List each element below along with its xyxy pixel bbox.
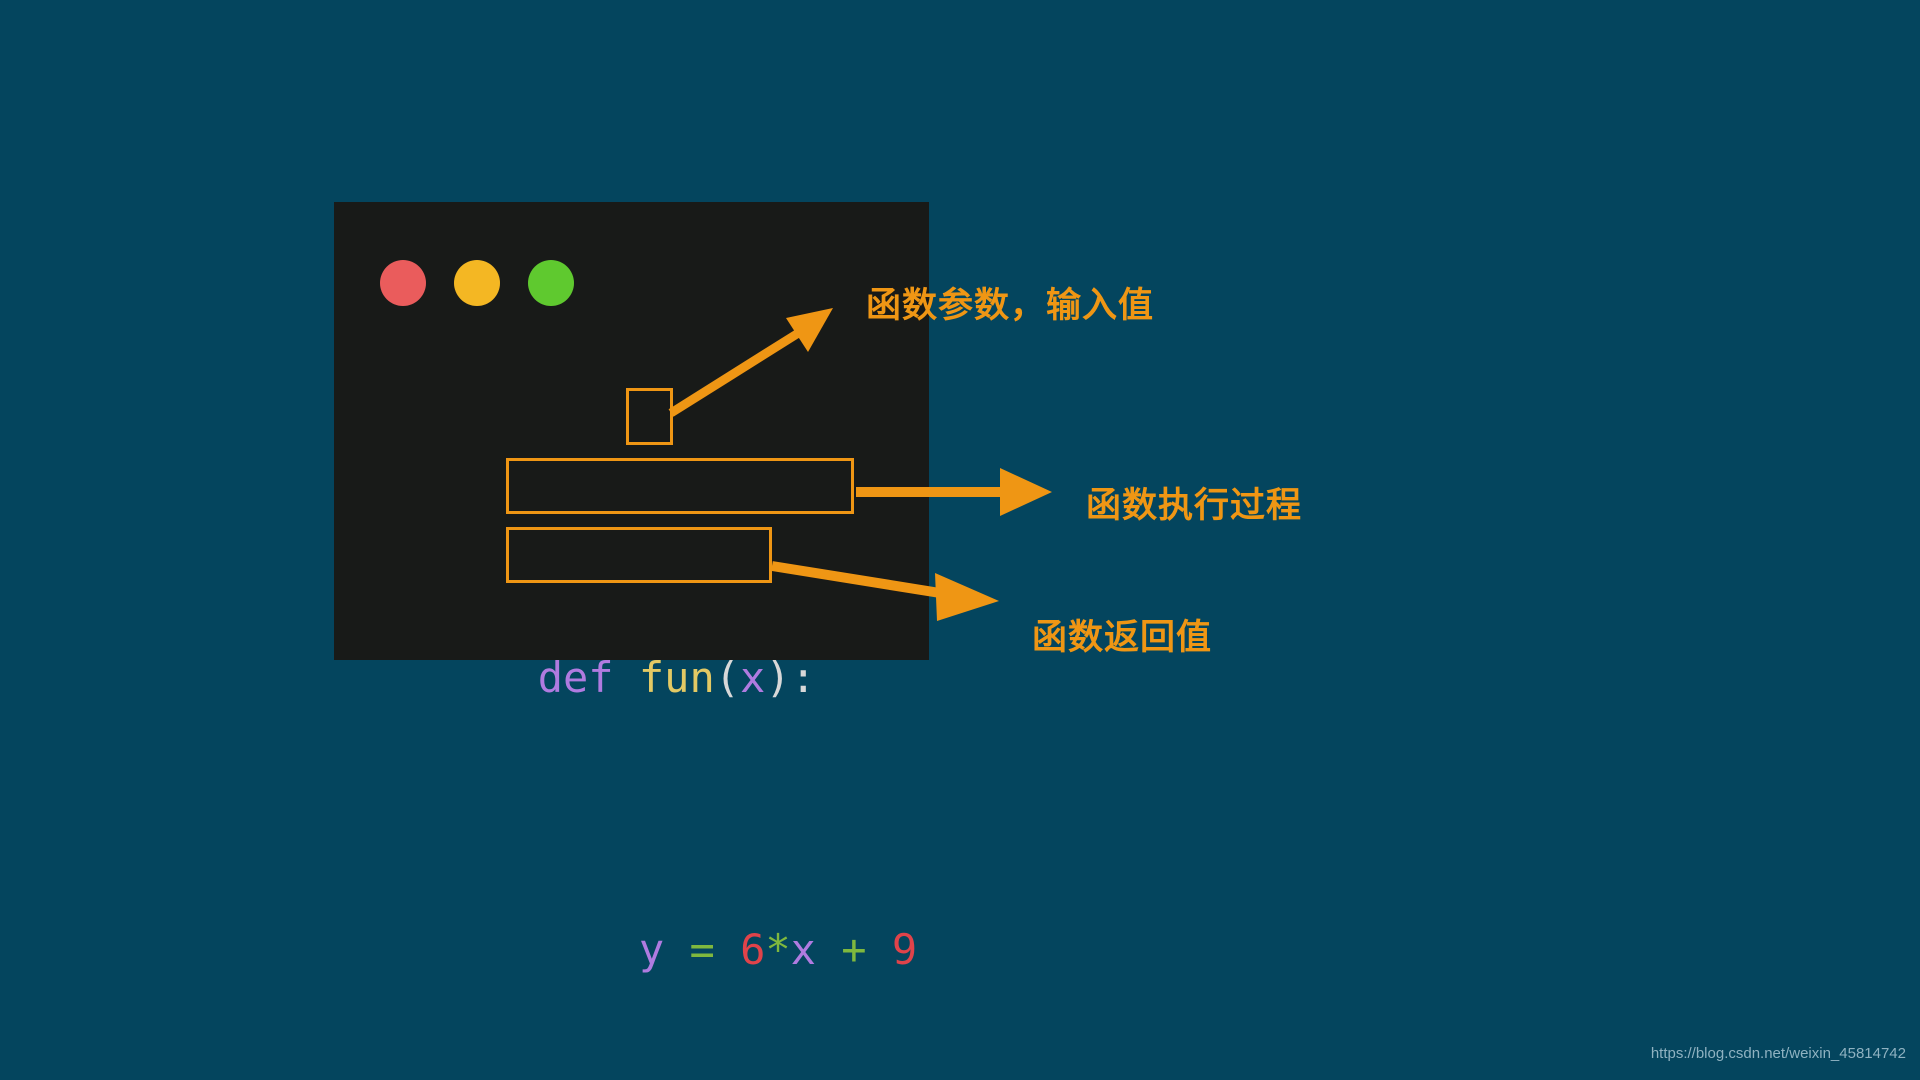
annotation-arrow-layer bbox=[668, 308, 1052, 621]
token-keyword-def: def bbox=[537, 653, 614, 702]
token-function-name: fun bbox=[638, 653, 715, 702]
watermark: https://blog.csdn.net/weixin_45814742 bbox=[1650, 1045, 1906, 1062]
code-line-def: def fun(x): bbox=[334, 576, 929, 702]
code-editor[interactable]: def fun(x): y = 6*x + 9 return y bbox=[334, 372, 929, 1080]
annotation-label-body: 函数执行过程 bbox=[1086, 486, 1303, 526]
terminal-window: def fun(x): y = 6*x + 9 return y bbox=[334, 202, 929, 974]
token-space-2b bbox=[715, 925, 740, 974]
token-paren-close: ) bbox=[765, 653, 791, 702]
token-space-2d bbox=[867, 925, 892, 974]
minimize-icon[interactable] bbox=[454, 260, 500, 306]
annotation-label-return: 函数返回值 bbox=[1032, 618, 1213, 658]
code-line-assign: y = 6*x + 9 bbox=[334, 848, 929, 974]
token-operator-equals: = bbox=[689, 925, 715, 974]
token-indent-2 bbox=[538, 925, 639, 974]
token-space-2c bbox=[816, 925, 841, 974]
token-param-x: x bbox=[740, 653, 766, 702]
terminal-titlebar bbox=[334, 202, 929, 332]
annotation-label-param: 函数参数，输入值 bbox=[866, 286, 1155, 326]
token-var-y: y bbox=[638, 925, 665, 974]
token-space-1 bbox=[614, 653, 639, 702]
token-paren-open: ( bbox=[714, 653, 741, 702]
token-number-6: 6 bbox=[740, 925, 766, 974]
token-colon: : bbox=[790, 653, 816, 702]
close-icon[interactable] bbox=[380, 260, 426, 306]
token-operator-plus: + bbox=[841, 925, 867, 974]
token-number-9: 9 bbox=[891, 925, 918, 974]
token-var-x: x bbox=[790, 925, 816, 974]
token-operator-multiply: * bbox=[765, 925, 791, 974]
token-space-2a bbox=[664, 925, 689, 974]
maximize-icon[interactable] bbox=[528, 260, 574, 306]
